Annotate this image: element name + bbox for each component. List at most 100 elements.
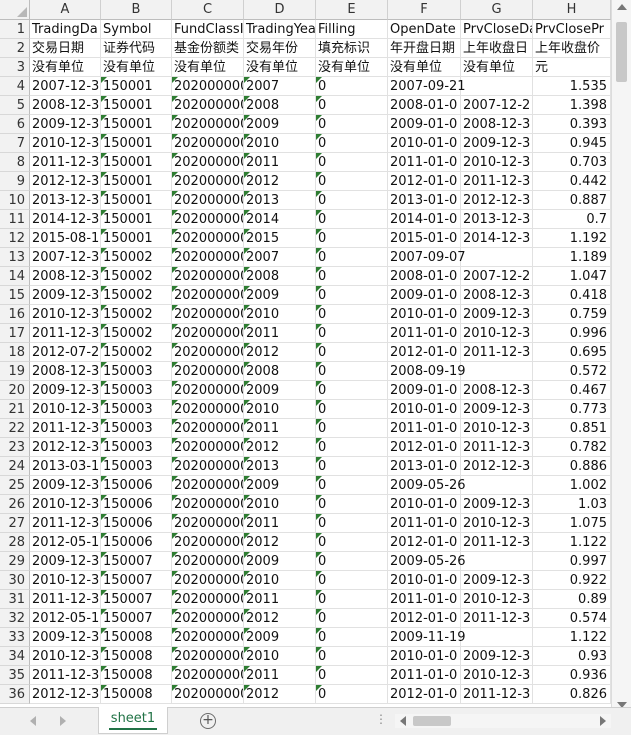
cell-a21[interactable]: 2010-12-3 xyxy=(30,400,101,419)
row-header[interactable]: 17 xyxy=(0,324,30,343)
cell-g1[interactable]: PrvCloseDa xyxy=(461,20,533,39)
cell-d21[interactable]: 2010 xyxy=(244,400,316,419)
cell-b10[interactable]: 150001 xyxy=(101,191,172,210)
column-header-a[interactable]: A xyxy=(30,0,101,20)
cell-d33[interactable]: 2009 xyxy=(244,628,316,647)
cell-e5[interactable]: 0 xyxy=(316,96,388,115)
spreadsheet-grid[interactable]: A B C D E F G H 1 TradingDa Symbol FundClassI Tradin… xyxy=(0,0,631,735)
row-header[interactable]: 33 xyxy=(0,628,30,647)
cell-h10[interactable]: 0.887 xyxy=(533,191,611,210)
cell-f12[interactable]: 2015-01-0 xyxy=(388,229,461,248)
cell-g2[interactable]: 上年收盘日 xyxy=(461,39,533,58)
cell-c23[interactable]: 202000000 xyxy=(172,438,244,457)
cell-h23[interactable]: 0.782 xyxy=(533,438,611,457)
cell-d11[interactable]: 2014 xyxy=(244,210,316,229)
cell-b27[interactable]: 150006 xyxy=(101,514,172,533)
cell-f29[interactable]: 2009-05-26 xyxy=(388,552,466,571)
cell-c10[interactable]: 202000000 xyxy=(172,191,244,210)
cell-d14[interactable]: 2008 xyxy=(244,267,316,286)
cell-h35[interactable]: 0.936 xyxy=(533,666,611,685)
cell-e3[interactable]: 没有单位 xyxy=(316,58,388,77)
cell-h33[interactable]: 1.122 xyxy=(533,628,611,647)
cell-e19[interactable]: 0 xyxy=(316,362,388,381)
cell-f17[interactable]: 2011-01-0 xyxy=(388,324,461,343)
horizontal-scroll-thumb[interactable] xyxy=(413,716,451,726)
cell-e11[interactable]: 0 xyxy=(316,210,388,229)
cell-a33[interactable]: 2009-12-3 xyxy=(30,628,101,647)
row-header[interactable]: 10 xyxy=(0,191,30,210)
cell-e18[interactable]: 0 xyxy=(316,343,388,362)
cell-f30[interactable]: 2010-01-0 xyxy=(388,571,461,590)
cell-b18[interactable]: 150002 xyxy=(101,343,172,362)
cell-h24[interactable]: 0.886 xyxy=(533,457,611,476)
more-options-icon[interactable]: ⋮ xyxy=(375,712,388,726)
cell-h2[interactable]: 上年收盘价 xyxy=(533,39,611,58)
cell-e13[interactable]: 0 xyxy=(316,248,388,267)
column-header-g[interactable]: G xyxy=(461,0,533,20)
cell-b29[interactable]: 150007 xyxy=(101,552,172,571)
cell-d24[interactable]: 2013 xyxy=(244,457,316,476)
cell-a12[interactable]: 2015-08-1 xyxy=(30,229,101,248)
cell-a14[interactable]: 2008-12-3 xyxy=(30,267,101,286)
cell-f32[interactable]: 2012-01-0 xyxy=(388,609,461,628)
cell-h25[interactable]: 1.002 xyxy=(533,476,611,495)
cell-g17[interactable]: 2010-12-3 xyxy=(461,324,533,343)
prev-sheet-icon[interactable] xyxy=(30,716,36,726)
cell-c6[interactable]: 202000000 xyxy=(172,115,244,134)
cell-f28[interactable]: 2012-01-0 xyxy=(388,533,461,552)
sheet-tab[interactable]: sheet1 xyxy=(98,707,168,734)
cell-f2[interactable]: 年开盘日期 xyxy=(388,39,461,58)
cell-g12[interactable]: 2014-12-3 xyxy=(461,229,533,248)
row-header[interactable]: 27 xyxy=(0,514,30,533)
cell-g36[interactable]: 2011-12-3 xyxy=(461,685,533,704)
cell-d25[interactable]: 2009 xyxy=(244,476,316,495)
cell-h4[interactable]: 1.535 xyxy=(533,77,611,96)
cell-g28[interactable]: 2011-12-3 xyxy=(461,533,533,552)
cell-b16[interactable]: 150002 xyxy=(101,305,172,324)
cell-a15[interactable]: 2009-12-3 xyxy=(30,286,101,305)
cell-h6[interactable]: 0.393 xyxy=(533,115,611,134)
row-header[interactable]: 8 xyxy=(0,153,30,172)
cell-h36[interactable]: 0.826 xyxy=(533,685,611,704)
cell-h30[interactable]: 0.922 xyxy=(533,571,611,590)
scroll-right-icon[interactable] xyxy=(600,716,606,726)
cell-c3[interactable]: 没有单位 xyxy=(172,58,244,77)
cell-g30[interactable]: 2009-12-3 xyxy=(461,571,533,590)
cell-f16[interactable]: 2010-01-0 xyxy=(388,305,461,324)
cell-d23[interactable]: 2012 xyxy=(244,438,316,457)
cell-a19[interactable]: 2008-12-3 xyxy=(30,362,101,381)
cell-a4[interactable]: 2007-12-3 xyxy=(30,77,101,96)
cell-a6[interactable]: 2009-12-3 xyxy=(30,115,101,134)
row-header[interactable]: 36 xyxy=(0,685,30,704)
cell-b15[interactable]: 150002 xyxy=(101,286,172,305)
cell-c34[interactable]: 202000000 xyxy=(172,647,244,666)
cell-b13[interactable]: 150002 xyxy=(101,248,172,267)
cell-b35[interactable]: 150008 xyxy=(101,666,172,685)
cell-e34[interactable]: 0 xyxy=(316,647,388,666)
cell-f1[interactable]: OpenDate xyxy=(388,20,461,39)
cell-f21[interactable]: 2010-01-0 xyxy=(388,400,461,419)
row-header[interactable]: 31 xyxy=(0,590,30,609)
cell-e25[interactable]: 0 xyxy=(316,476,388,495)
cell-h28[interactable]: 1.122 xyxy=(533,533,611,552)
cell-g23[interactable]: 2011-12-3 xyxy=(461,438,533,457)
row-header[interactable]: 5 xyxy=(0,96,30,115)
row-header[interactable]: 16 xyxy=(0,305,30,324)
row-header[interactable]: 18 xyxy=(0,343,30,362)
cell-e21[interactable]: 0 xyxy=(316,400,388,419)
column-header-d[interactable]: D xyxy=(244,0,316,20)
cell-e14[interactable]: 0 xyxy=(316,267,388,286)
column-header-b[interactable]: B xyxy=(101,0,172,20)
cell-h26[interactable]: 1.03 xyxy=(533,495,611,514)
cell-d13[interactable]: 2007 xyxy=(244,248,316,267)
row-header[interactable]: 24 xyxy=(0,457,30,476)
cell-c14[interactable]: 202000000 xyxy=(172,267,244,286)
cell-h7[interactable]: 0.945 xyxy=(533,134,611,153)
cell-g10[interactable]: 2012-12-3 xyxy=(461,191,533,210)
cell-d29[interactable]: 2009 xyxy=(244,552,316,571)
cell-h14[interactable]: 1.047 xyxy=(533,267,611,286)
row-header[interactable]: 30 xyxy=(0,571,30,590)
cell-d20[interactable]: 2009 xyxy=(244,381,316,400)
cell-b11[interactable]: 150001 xyxy=(101,210,172,229)
cell-b2[interactable]: 证券代码 xyxy=(101,39,172,58)
